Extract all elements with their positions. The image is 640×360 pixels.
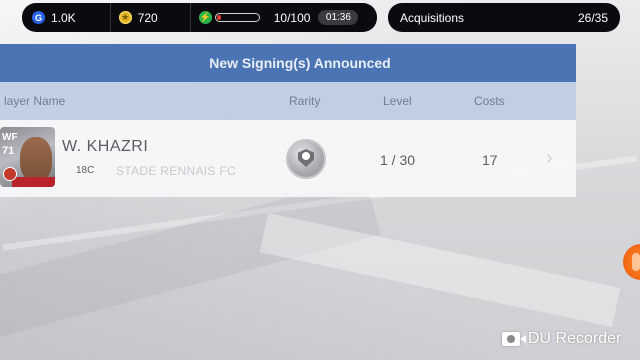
coin-value: 720 xyxy=(137,10,158,25)
panel-title: New Signing(s) Announced xyxy=(0,44,576,82)
card-rating: 71 xyxy=(2,145,15,157)
video-camera-icon xyxy=(502,332,526,346)
lightning-icon: ⚡ xyxy=(198,11,212,24)
gp-value: 1.0K xyxy=(51,10,76,25)
acquisitions-count: 26/35 xyxy=(577,10,608,25)
energy-bar-fill xyxy=(216,15,222,20)
player-badge: 18C xyxy=(76,165,95,176)
player-club: STADE RENNAIS FC xyxy=(116,164,236,178)
acquisitions-bar[interactable]: Acquisitions 26/35 xyxy=(388,3,620,32)
energy-bar xyxy=(214,13,260,22)
column-costs: Costs xyxy=(474,94,505,108)
column-player-name: layer Name xyxy=(4,94,66,108)
player-cost: 17 xyxy=(482,152,498,168)
gp-balance[interactable]: G 1.0K xyxy=(32,3,76,32)
player-name: W. KHAZRI xyxy=(62,138,149,155)
silver-ball-icon xyxy=(286,139,326,179)
resources-bar: G 1.0K ★ 720 ⚡ 10/100 01:36 xyxy=(22,3,377,32)
record-button-mark xyxy=(632,253,640,271)
player-level: 1 / 30 xyxy=(380,152,416,168)
camera-lens xyxy=(507,335,515,343)
player-card[interactable]: WF 71 xyxy=(0,127,55,187)
column-header-row: layer Name Rarity Level Costs xyxy=(0,82,576,120)
player-photo xyxy=(20,137,52,181)
card-position: WF xyxy=(2,132,18,143)
coin-balance[interactable]: ★ 720 xyxy=(118,3,158,32)
player-shirt xyxy=(12,177,55,187)
energy-value: 10/100 xyxy=(273,10,311,25)
energy-status[interactable]: ⚡ 10/100 01:36 xyxy=(198,3,359,32)
acquisitions-label: Acquisitions xyxy=(400,10,465,25)
player-row[interactable]: WF 71 W. KHAZRI 18C STADE RENNAIS FC 1 /… xyxy=(0,120,576,197)
column-rarity: Rarity xyxy=(289,94,321,108)
recorder-watermark: DU Recorder xyxy=(502,330,621,348)
watermark-text: DU Recorder xyxy=(528,330,622,347)
new-signing-panel: New Signing(s) Announced layer Name Rari… xyxy=(0,44,576,197)
rarity-ball xyxy=(302,152,310,160)
divider xyxy=(189,3,191,32)
g-icon: G xyxy=(32,11,45,24)
chevron-right-icon[interactable]: › xyxy=(546,147,553,170)
nation-flag-icon xyxy=(3,167,17,181)
energy-timer: 01:36 xyxy=(318,10,359,25)
coin-icon: ★ xyxy=(118,11,132,24)
column-level: Level xyxy=(383,94,412,108)
divider xyxy=(109,3,111,32)
